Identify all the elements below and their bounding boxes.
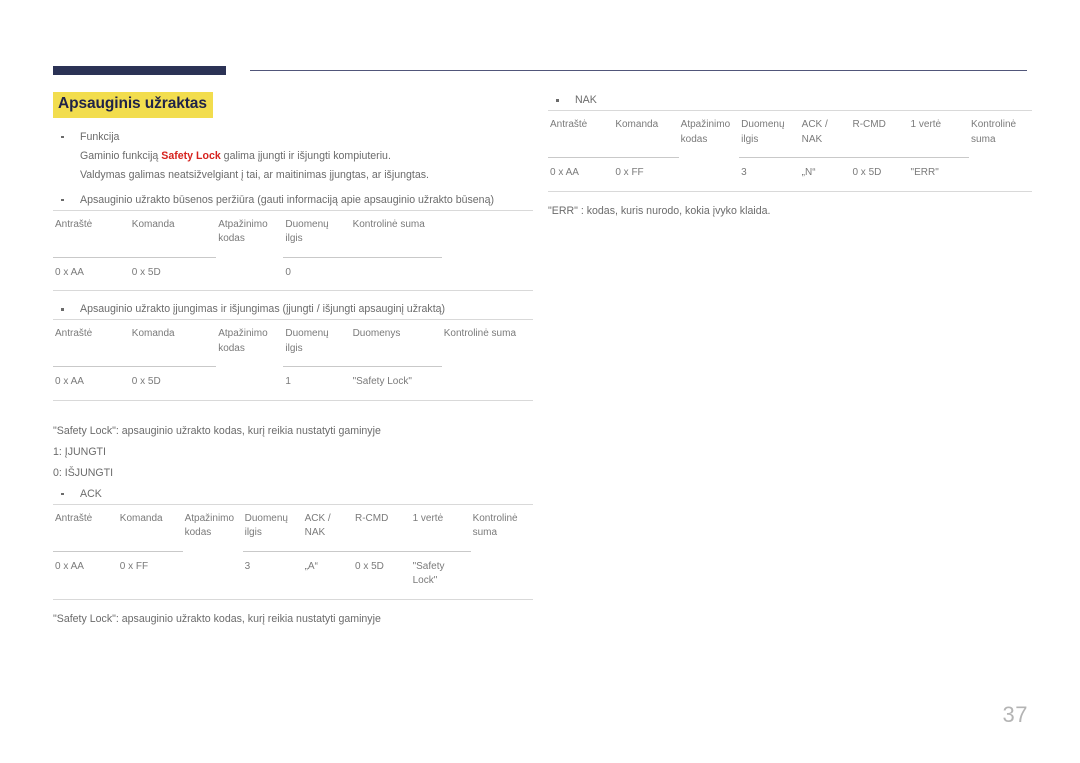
table-header-row: Antraštė Komanda Atpažinimo kodas Duomen… <box>53 211 533 257</box>
col-header-kontroline-suma: Kontrolinė suma <box>352 218 425 230</box>
table-status-check: Antraštė Komanda Atpažinimo kodas Duomen… <box>53 211 533 291</box>
table-row: 0 x AA 0 x FF 3 „A“ 0 x 5D "Safety Lock" <box>53 552 533 599</box>
col-header-kontroline-suma: Kontrolinė suma <box>971 119 1017 145</box>
cell-duomenu-ilgis: 3 <box>741 167 747 178</box>
col-header-ack-nak: ACK / NAK <box>801 119 828 145</box>
table-header-row: Antraštė Komanda Atpažinimo kodas Duomen… <box>53 320 533 366</box>
funkcija-text-before: Gaminio funkciją <box>80 149 162 162</box>
footer-note-right: "ERR" : kodas, kuris nurodo, kokia įvyko… <box>548 204 771 217</box>
cell-komanda: 0 x 5D <box>131 376 161 388</box>
table-row: 0 x AA 0 x 5D 1 "Safety Lock" <box>53 367 533 400</box>
col-header-atpazinimo-kodas: Atpažinimo kodas <box>184 512 235 539</box>
header-rule-thick <box>53 66 226 75</box>
col-header-atpazinimo-kodas: Atpažinimo kodas <box>680 119 731 145</box>
table-header-row: Antraštė Komanda Atpažinimo kodas Duomen… <box>53 505 533 551</box>
cell-ack-nak: „N“ <box>801 167 816 178</box>
cell-komanda: 0 x 5D <box>131 266 161 278</box>
bullet-status-check: Apsauginio užrakto būsenos peržiūra (gau… <box>53 192 533 208</box>
table-nak: Antraštė Komanda Atpažinimo kodas Duomen… <box>548 111 1032 191</box>
col-header-antraste: Antraštė <box>55 328 93 340</box>
page-number: 37 <box>1002 702 1028 727</box>
col-header-duomenu-ilgis: Duomenų ilgis <box>285 328 329 354</box>
safety-lock-keyword: Safety Lock <box>161 149 221 162</box>
cell-duomenu-ilgis: 3 <box>244 560 251 572</box>
cell-1-verte: "Safety Lock" <box>412 560 445 587</box>
cell-kontroline-suma <box>351 258 442 291</box>
col-header-duomenys: Duomenys <box>352 328 401 340</box>
col-header-komanda: Komanda <box>131 218 175 230</box>
cell-r-cmd: 0 x 5D <box>852 167 882 178</box>
col-header-kontroline-suma: Kontrolinė suma <box>443 328 517 340</box>
right-column: NAK Antraštė Komanda Atpažinimo kodas Du… <box>548 92 1032 220</box>
funkcija-text-after: galima įjungti ir išjungti kompiuteriu. <box>220 149 391 162</box>
table-row: 0 x AA 0 x 5D 0 <box>53 258 533 291</box>
cell-1-verte: "ERR" <box>910 167 939 178</box>
page-title: Apsauginis užraktas <box>53 92 213 118</box>
table-row: 0 x AA 0 x FF 3 „N“ 0 x 5D "ERR" <box>548 158 1032 191</box>
col-header-antraste: Antraštė <box>550 119 588 130</box>
col-header-duomenu-ilgis: Duomenų ilgis <box>244 512 288 539</box>
col-header-antraste: Antraštė <box>55 218 93 230</box>
cell-antraste: 0 x AA <box>55 376 84 388</box>
col-header-komanda: Komanda <box>131 328 175 340</box>
col-header-komanda: Komanda <box>119 512 163 524</box>
col-header-komanda: Komanda <box>615 119 659 130</box>
cell-kontroline-suma <box>471 552 533 599</box>
col-header-atpazinimo-kodas: Atpažinimo kodas <box>218 218 268 245</box>
bullet-ack: ACK <box>53 486 533 502</box>
header-rule-thin <box>250 70 1027 71</box>
note-safety-lock-code: "Safety Lock": apsauginio užrakto kodas,… <box>53 424 381 437</box>
col-header-duomenu-ilgis: Duomenų ilgis <box>285 218 329 245</box>
cell-r-cmd: 0 x 5D <box>354 560 384 572</box>
cell-duomenu-ilgis: 0 <box>285 266 291 278</box>
col-header-ack-nak: ACK / NAK <box>304 512 331 539</box>
bullet-funkcija-line1: Gaminio funkciją Safety Lock galima įjun… <box>80 148 533 164</box>
table-status-check-block: Antraštė Komanda Atpažinimo kodas Duomen… <box>53 209 533 292</box>
cell-ack-nak: „A“ <box>304 560 318 572</box>
cell-atpazinimo-kodas <box>216 258 283 291</box>
col-header-duomenu-ilgis: Duomenų ilgis <box>741 119 785 145</box>
bullet-funkcija-line2: Valdymas galimas neatsižvelgiant į tai, … <box>80 168 429 181</box>
col-header-1-verte: 1 vertė <box>910 119 942 130</box>
cell-kontroline-suma <box>969 158 1032 191</box>
bullet-toggle: Apsauginio užrakto įjungimas ir išjungim… <box>53 301 533 317</box>
col-header-r-cmd: R-CMD <box>354 512 389 524</box>
cell-antraste: 0 x AA <box>550 167 579 178</box>
cell-atpazinimo-kodas <box>183 552 243 599</box>
cell-komanda: 0 x FF <box>119 560 149 572</box>
table-ack-block: Antraštė Komanda Atpažinimo kodas Duomen… <box>53 503 533 600</box>
footer-note-left: "Safety Lock": apsauginio užrakto kodas,… <box>53 612 381 625</box>
cell-antraste: 0 x AA <box>55 266 84 278</box>
table-toggle: Antraštė Komanda Atpažinimo kodas Duomen… <box>53 320 533 400</box>
cell-kontroline-suma <box>442 367 533 400</box>
cell-spacer <box>442 258 533 291</box>
table-nak-block: Antraštė Komanda Atpažinimo kodas Duomen… <box>548 110 1032 192</box>
header-rule <box>53 66 1027 76</box>
cell-duomenys: "Safety Lock" <box>352 376 412 388</box>
cell-komanda: 0 x FF <box>615 167 644 178</box>
col-header-r-cmd: R-CMD <box>852 119 886 130</box>
note-on: 1: ĮJUNGTI <box>53 445 106 458</box>
bullet-funkcija-label: Funkcija <box>80 130 120 143</box>
bullet-nak: NAK <box>548 92 1032 108</box>
cell-atpazinimo-kodas <box>679 158 740 191</box>
bullet-funkcija: Funkcija Gaminio funkciją Safety Lock ga… <box>53 129 533 183</box>
table-ack: Antraštė Komanda Atpažinimo kodas Duomen… <box>53 505 533 599</box>
table-toggle-block: Antraštė Komanda Atpažinimo kodas Duomen… <box>53 319 533 401</box>
cell-antraste: 0 x AA <box>55 560 84 572</box>
table-header-row: Antraštė Komanda Atpažinimo kodas Duomen… <box>548 111 1032 157</box>
left-column: Apsauginis užraktas Funkcija Gaminio fun… <box>53 92 533 628</box>
cell-duomenu-ilgis: 1 <box>285 376 291 388</box>
cell-atpazinimo-kodas <box>216 367 283 400</box>
document-page: Apsauginis užraktas Funkcija Gaminio fun… <box>0 0 1080 763</box>
col-header-1-verte: 1 vertė <box>412 512 444 524</box>
col-header-atpazinimo-kodas: Atpažinimo kodas <box>218 328 268 354</box>
note-off: 0: IŠJUNGTI <box>53 466 114 479</box>
col-header-spacer <box>442 211 533 257</box>
col-header-kontroline-suma: Kontrolinė suma <box>472 512 518 539</box>
col-header-antraste: Antraštė <box>55 512 93 524</box>
